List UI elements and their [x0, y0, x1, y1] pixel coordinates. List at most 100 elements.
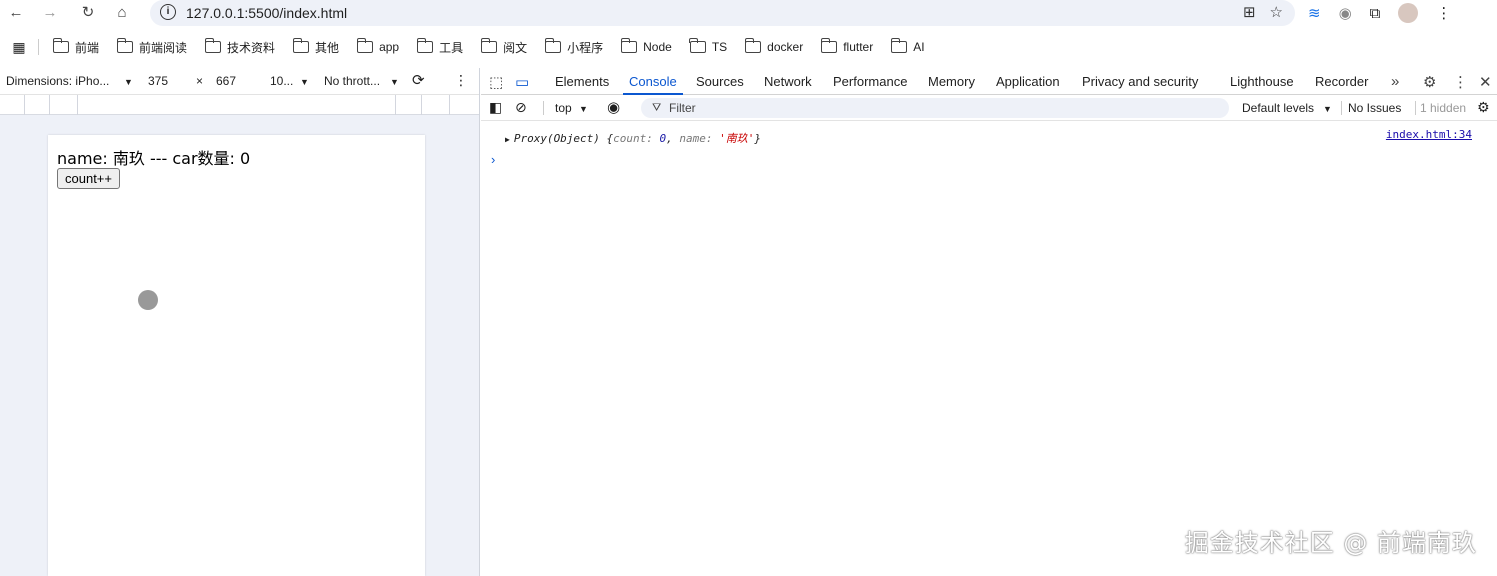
more-tabs-icon[interactable]: »: [1391, 73, 1399, 90]
bookmarks-bar: ▦ 前端 前端阅读 技术资料 其他 app 工具 阅文 小程序 Node TS …: [0, 34, 1497, 60]
console-settings-icon[interactable]: ⚙: [1477, 99, 1490, 116]
bookmark-folder[interactable]: 阅文: [480, 38, 527, 56]
bookmark-label: 前端阅读: [139, 40, 188, 55]
tab-elements[interactable]: Elements: [555, 74, 609, 89]
url-text[interactable]: 127.0.0.1:5500/index.html: [186, 5, 347, 21]
zoom-select[interactable]: 10...: [270, 74, 293, 88]
live-expression-eye-icon[interactable]: ◉: [607, 98, 620, 116]
bookmark-label: TS: [711, 40, 728, 54]
issues-button[interactable]: No Issues: [1348, 101, 1401, 115]
tab-console[interactable]: Console: [623, 74, 683, 95]
toolbar-divider: [1415, 101, 1416, 115]
device-toolbar: Dimensions: iPho... ▼ 375 × 667 10... ▼ …: [0, 68, 479, 95]
console-filter-input[interactable]: Filter: [641, 98, 1229, 118]
tab-recorder[interactable]: Recorder: [1315, 74, 1368, 89]
log-levels-select[interactable]: Default levels: [1242, 101, 1314, 115]
profile-avatar[interactable]: [1398, 3, 1419, 23]
translate-icon[interactable]: ⊞: [1243, 3, 1256, 21]
log-value: '南玖': [719, 132, 755, 145]
console-prompt-icon[interactable]: ›: [491, 152, 495, 167]
more-options-icon[interactable]: ⋮: [454, 72, 468, 89]
forward-icon[interactable]: →: [38, 0, 62, 24]
folder-icon: [204, 38, 222, 53]
bookmark-star-icon[interactable]: ☆: [1270, 3, 1283, 21]
chevron-down-icon[interactable]: ▼: [1323, 104, 1332, 114]
extensions-puzzle-icon[interactable]: ⧉: [1370, 5, 1381, 22]
tab-memory[interactable]: Memory: [928, 74, 975, 89]
bookmark-folder[interactable]: 前端阅读: [116, 38, 188, 56]
log-suffix: }: [754, 132, 762, 145]
page-text: name: 南玖 --- car数量: 0: [57, 149, 251, 168]
bookmark-label: 其他: [315, 40, 340, 55]
chevron-down-icon[interactable]: ▼: [300, 77, 309, 87]
sidebar-toggle-icon[interactable]: ◧: [489, 99, 502, 116]
bookmark-label: Node: [643, 40, 672, 54]
bookmark-label: flutter: [843, 40, 874, 54]
back-icon[interactable]: ←: [4, 0, 28, 24]
log-key: name: [679, 132, 706, 145]
chevron-down-icon[interactable]: ▼: [579, 104, 588, 114]
home-icon[interactable]: ⌂: [110, 0, 134, 24]
tab-lighthouse[interactable]: Lighthouse: [1230, 74, 1294, 89]
console-log-entry[interactable]: ▶ Proxy(Object) {count: 0, name: '南玖'}: [505, 130, 762, 146]
address-bar[interactable]: i 127.0.0.1:5500/index.html ⊞ ☆: [150, 0, 1295, 26]
log-source-link[interactable]: index.html:34: [1386, 128, 1472, 141]
tab-application[interactable]: Application: [996, 74, 1060, 89]
context-select[interactable]: top: [555, 101, 572, 115]
tab-privacy-security[interactable]: Privacy and security: [1082, 74, 1198, 89]
bookmark-folder[interactable]: Node: [620, 38, 672, 54]
bookmark-label: AI: [913, 40, 925, 54]
bookmark-folder[interactable]: 技术资料: [204, 38, 276, 56]
log-key: count: [613, 132, 647, 145]
site-info-icon[interactable]: i: [160, 4, 176, 20]
watermark: 掘金技术社区 @ 前端南玖: [1184, 529, 1477, 557]
folder-icon: [52, 38, 69, 53]
apps-grid-icon[interactable]: ▦: [0, 39, 38, 56]
bookmark-folder[interactable]: flutter: [820, 38, 874, 54]
folder-icon: [416, 38, 434, 53]
bookmark-folder[interactable]: app: [356, 38, 400, 54]
bookmark-folder[interactable]: 前端: [52, 38, 99, 56]
inspect-element-icon[interactable]: ⬚: [489, 73, 503, 91]
times-label: ×: [196, 74, 204, 88]
throttle-select[interactable]: No thrott...: [324, 74, 380, 88]
height-input[interactable]: 667: [216, 74, 236, 88]
device-emulation-pane: Dimensions: iPho... ▼ 375 × 667 10... ▼ …: [0, 68, 480, 576]
expand-triangle-icon[interactable]: ▶: [505, 135, 510, 144]
console-toolbar: ◧ ⊘ top ▼ ◉ Filter Default levels ▼ No I…: [481, 95, 1497, 121]
bookmark-label: docker: [767, 40, 804, 54]
device-select[interactable]: Dimensions: iPho...: [6, 74, 109, 88]
more-menu-icon[interactable]: ⋮: [1436, 4, 1451, 22]
devtools-panel: ⬚ ▭ Elements Console Sources Network Per…: [481, 68, 1497, 576]
extension-icon[interactable]: ≋: [1308, 4, 1321, 22]
width-input[interactable]: 375: [148, 74, 168, 88]
rotate-icon[interactable]: ⟳: [412, 71, 425, 89]
extension-record-icon[interactable]: ◉: [1339, 4, 1352, 22]
bookmark-label: 技术资料: [227, 40, 276, 55]
bookmark-folder[interactable]: AI: [890, 38, 925, 54]
bookmark-folder[interactable]: 小程序: [544, 38, 603, 56]
close-icon[interactable]: ✕: [1479, 73, 1492, 91]
bookmark-label: app: [379, 40, 400, 54]
folder-icon: [890, 38, 908, 53]
device-toggle-icon[interactable]: ▭: [515, 73, 529, 91]
folder-icon: [820, 38, 838, 53]
toolbar-divider: [543, 101, 544, 115]
reload-icon[interactable]: ↻: [76, 0, 100, 24]
bookmark-folder[interactable]: 其他: [292, 38, 340, 56]
tab-performance[interactable]: Performance: [833, 74, 907, 89]
clear-console-icon[interactable]: ⊘: [515, 99, 527, 116]
tab-network[interactable]: Network: [764, 74, 812, 89]
settings-gear-icon[interactable]: ⚙: [1423, 73, 1436, 91]
count-button[interactable]: count++: [57, 168, 120, 189]
chevron-down-icon[interactable]: ▼: [390, 77, 399, 87]
chevron-down-icon[interactable]: ▼: [124, 77, 133, 87]
tab-sources[interactable]: Sources: [696, 74, 744, 89]
bookmark-folder[interactable]: 工具: [416, 38, 463, 56]
bookmark-folder[interactable]: docker: [744, 38, 804, 54]
bookmark-folder[interactable]: TS: [689, 38, 728, 54]
media-query-ruler[interactable]: [0, 95, 479, 115]
folder-icon: [620, 38, 638, 53]
customize-menu-icon[interactable]: ⋮: [1453, 73, 1468, 91]
folder-icon: [480, 38, 498, 53]
